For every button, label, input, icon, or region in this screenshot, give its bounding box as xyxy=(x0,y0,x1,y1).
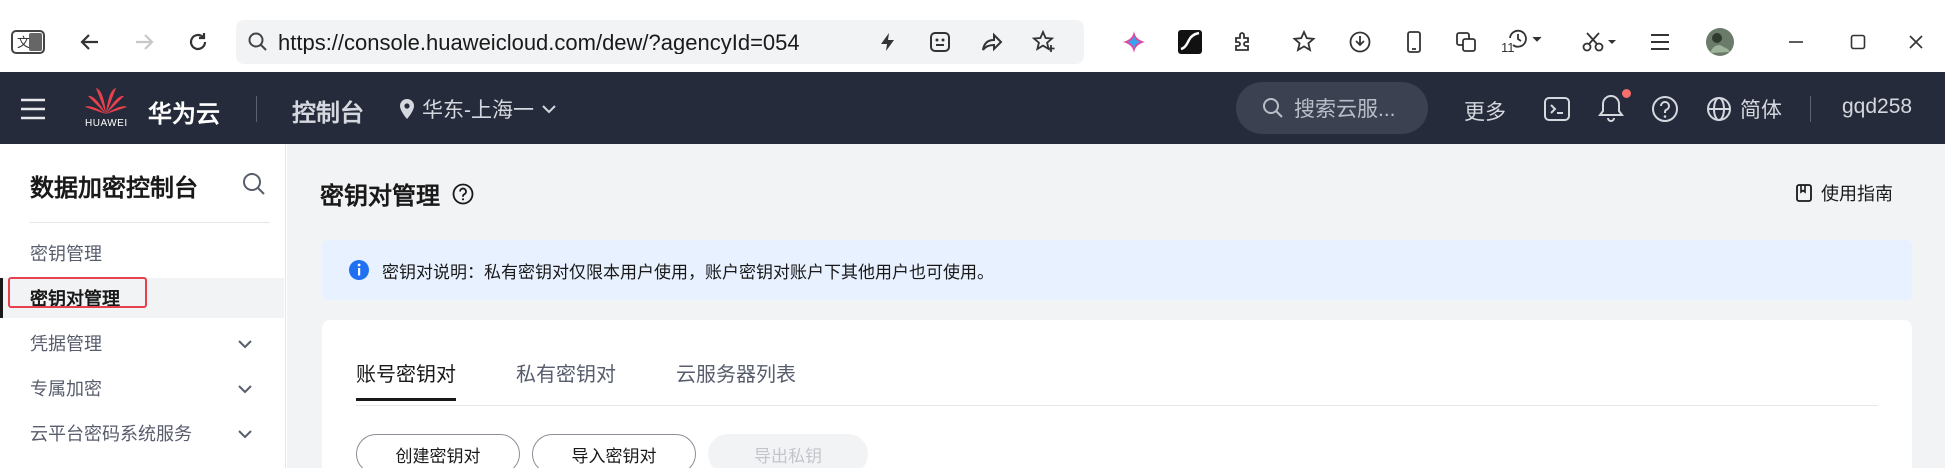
brand-name[interactable]: 华为云 xyxy=(148,94,220,129)
page-title: 密钥对管理 xyxy=(320,176,474,211)
import-keypair-button[interactable]: 导入密钥对 xyxy=(532,434,696,468)
create-keypair-button[interactable]: 创建密钥对 xyxy=(356,434,520,468)
terminal-icon[interactable] xyxy=(1542,94,1572,124)
main-content: 密钥对管理 使用指南 密钥对说明：私有密钥对仅限本用户使用，账户密钥对账户下其他… xyxy=(287,144,1945,468)
collections-icon[interactable] xyxy=(1452,28,1480,56)
favorite-add-icon[interactable] xyxy=(1032,30,1056,54)
more-menu[interactable]: 更多 xyxy=(1464,96,1506,126)
sidebar-item-dedicated-encryption[interactable]: 专属加密 xyxy=(0,368,284,408)
huawei-logo-icon[interactable] xyxy=(84,82,128,116)
sidebar-item-credential-management[interactable]: 凭据管理 xyxy=(0,323,284,363)
url-text: https://console.huaweicloud.com/dew/?age… xyxy=(278,32,800,54)
region-label: 华东-上海一 xyxy=(422,99,534,122)
info-alert: 密钥对说明：私有密钥对仅限本用户使用，账户密钥对账户下其他用户也可使用。 xyxy=(322,240,1912,300)
help-circle-icon[interactable] xyxy=(452,183,474,205)
lightning-icon[interactable] xyxy=(876,30,900,54)
forward-icon[interactable] xyxy=(130,28,158,56)
chevron-down-icon xyxy=(238,430,252,439)
usage-guide-label: 使用指南 xyxy=(1821,184,1893,204)
notification-badge xyxy=(1622,89,1631,98)
back-icon[interactable] xyxy=(76,28,104,56)
logo-text: HUAWEI xyxy=(85,118,128,129)
menu-icon[interactable] xyxy=(1646,28,1674,56)
sidebar-divider xyxy=(30,222,270,223)
favorites-icon[interactable] xyxy=(1290,28,1318,56)
copilot-icon[interactable] xyxy=(1120,28,1148,56)
extensions-icon[interactable] xyxy=(1230,28,1258,56)
site-search-icon xyxy=(246,30,270,54)
reader-mode-icon[interactable] xyxy=(928,30,952,54)
sidebar: 数据加密控制台 密钥管理 密钥对管理 凭据管理 专属加密 云平台密码系统服务 xyxy=(0,144,286,468)
global-search-input[interactable]: 搜索云服... xyxy=(1236,82,1428,134)
hamburger-menu-icon[interactable] xyxy=(18,94,48,124)
header-divider xyxy=(256,96,257,122)
extension-app-icon[interactable] xyxy=(1176,28,1204,56)
chevron-down-icon xyxy=(238,385,252,394)
sidebar-item-cloud-crypto-service[interactable]: 云平台密码系统服务 xyxy=(0,413,284,453)
console-link[interactable]: 控制台 xyxy=(292,93,364,128)
language-selector[interactable]: 简体 xyxy=(1706,94,1782,124)
reload-icon[interactable] xyxy=(184,28,212,56)
tab-count-badge: 11 xyxy=(1501,40,1515,55)
keypair-card: 账号密钥对 私有密钥对 云服务器列表 创建密钥对 导入密钥对 导出私钥 xyxy=(322,320,1912,468)
info-icon xyxy=(349,260,369,280)
sidebar-search-icon[interactable] xyxy=(240,170,268,198)
translate-icon[interactable]: 文 xyxy=(10,28,46,56)
sidebar-item-label: 云平台密码系统服务 xyxy=(30,424,192,444)
phone-icon[interactable] xyxy=(1400,28,1428,56)
minimize-icon[interactable] xyxy=(1782,28,1810,56)
help-icon[interactable] xyxy=(1650,94,1680,124)
location-pin-icon xyxy=(400,99,414,119)
chevron-down-icon xyxy=(542,105,556,114)
info-text: 密钥对说明：私有密钥对仅限本用户使用，账户密钥对账户下其他用户也可使用。 xyxy=(382,262,994,282)
keypair-tabs: 账号密钥对 私有密钥对 云服务器列表 xyxy=(356,358,796,401)
address-bar[interactable]: https://console.huaweicloud.com/dew/?age… xyxy=(236,20,1084,64)
sidebar-item-label: 密钥管理 xyxy=(30,244,102,264)
sidebar-item-key-management[interactable]: 密钥管理 xyxy=(0,233,284,273)
tab-account-keypairs[interactable]: 账号密钥对 xyxy=(356,358,456,401)
download-icon[interactable] xyxy=(1346,28,1374,56)
tab-cloud-server-list[interactable]: 云服务器列表 xyxy=(676,358,796,401)
notification-bell-icon[interactable] xyxy=(1596,92,1626,124)
scissors-icon[interactable] xyxy=(1580,28,1620,56)
usage-guide-link[interactable]: 使用指南 xyxy=(1795,180,1893,206)
region-selector[interactable]: 华东-上海一 xyxy=(398,94,558,124)
search-placeholder: 搜索云服... xyxy=(1294,98,1396,121)
username-menu[interactable]: gqd258 xyxy=(1842,95,1912,119)
tab-private-keypairs[interactable]: 私有密钥对 xyxy=(516,358,616,401)
language-label: 简体 xyxy=(1740,99,1782,122)
profile-avatar-icon[interactable] xyxy=(1704,26,1736,58)
svg-text:文: 文 xyxy=(17,36,30,51)
browser-toolbar: 文 https://console.huaweicloud.com/dew/?a… xyxy=(0,0,1945,72)
sidebar-item-keypair-management[interactable]: 密钥对管理 xyxy=(0,278,284,318)
export-private-key-button[interactable]: 导出私钥 xyxy=(708,434,868,468)
header-divider xyxy=(1810,96,1811,122)
tabs-divider xyxy=(356,405,1878,406)
share-icon[interactable] xyxy=(980,30,1004,54)
console-header: HUAWEI 华为云 控制台 华东-上海一 搜索云服... 更多 简体 gqd2… xyxy=(0,72,1945,144)
globe-icon xyxy=(1707,97,1731,121)
book-icon xyxy=(1796,184,1812,202)
sidebar-item-label: 密钥对管理 xyxy=(30,289,120,309)
close-icon[interactable] xyxy=(1902,28,1930,56)
page-title-text: 密钥对管理 xyxy=(320,183,440,210)
sidebar-item-label: 凭据管理 xyxy=(30,334,102,354)
sidebar-item-label: 专属加密 xyxy=(30,379,102,399)
maximize-icon[interactable] xyxy=(1844,28,1872,56)
chevron-down-icon xyxy=(238,340,252,349)
sidebar-title: 数据加密控制台 xyxy=(30,175,198,202)
search-icon xyxy=(1263,98,1283,118)
